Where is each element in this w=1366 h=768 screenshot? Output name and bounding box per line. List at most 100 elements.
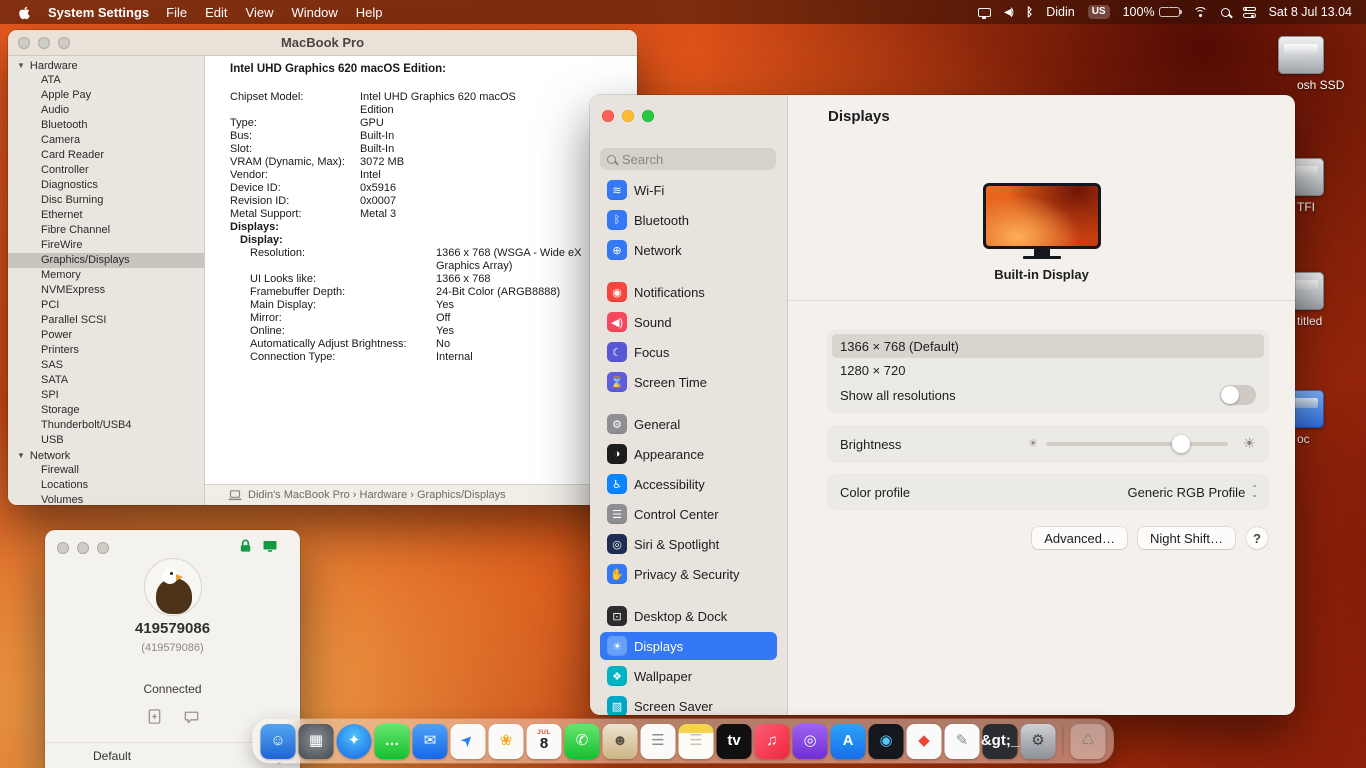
menu-item[interactable]: File <box>166 5 187 20</box>
dock-icon-maps[interactable]: ➤ <box>451 724 486 759</box>
settings-sidebar-item-bluetooth[interactable]: ᛒ Bluetooth <box>600 206 777 234</box>
settings-sidebar-item-desktop-dock[interactable]: ⊡ Desktop & Dock <box>600 602 777 630</box>
show-all-resolutions-toggle[interactable] <box>1220 385 1256 405</box>
volume-icon[interactable]: ◀) <box>1004 7 1013 18</box>
dock-icon-notes[interactable]: ☰ <box>679 724 714 759</box>
dock-icon-reminders[interactable]: ☰ <box>641 724 676 759</box>
chat-icon[interactable] <box>183 708 200 725</box>
tree-item[interactable]: Fibre Channel <box>8 223 204 238</box>
info-window-titlebar[interactable]: MacBook Pro <box>8 30 637 56</box>
zoom-button[interactable] <box>58 37 70 49</box>
settings-sidebar-item-wifi[interactable]: ≋ Wi-Fi <box>600 176 777 204</box>
dock-icon-textedit[interactable]: ✎ <box>945 724 980 759</box>
desktop-icon-disk-1[interactable]: osh SSD <box>1272 36 1330 92</box>
dock-icon-mail[interactable]: ✉ <box>413 724 448 759</box>
dock-icon-finder[interactable]: ☺ <box>261 724 296 759</box>
brightness-knob[interactable] <box>1172 435 1190 453</box>
tree-item[interactable]: Graphics/Displays <box>8 253 204 268</box>
brightness-track[interactable] <box>1046 442 1228 446</box>
apple-menu-icon[interactable] <box>18 5 31 20</box>
file-transfer-icon[interactable] <box>146 708 163 725</box>
zoom-button[interactable] <box>97 542 109 554</box>
zoom-button[interactable] <box>642 110 654 122</box>
menubar-clock[interactable]: Sat 8 Jul 13.04 <box>1269 5 1352 19</box>
settings-sidebar-item-wallpaper[interactable]: ❖ Wallpaper <box>600 662 777 690</box>
tree-item[interactable]: Volumes <box>8 493 204 505</box>
spotlight-icon[interactable] <box>1221 8 1230 17</box>
settings-sidebar-item-appearance[interactable]: ◑ Appearance <box>600 440 777 468</box>
color-profile-select[interactable]: Generic RGB Profile ⌃⌄ <box>1128 485 1258 500</box>
brightness-slider[interactable]: ☀ ☀ <box>1028 426 1256 462</box>
dock-icon-tv[interactable]: tv <box>717 724 752 759</box>
dock-icon-terminal[interactable]: &gt;_ <box>983 724 1018 759</box>
menu-item[interactable]: View <box>246 5 274 20</box>
close-button[interactable] <box>602 110 614 122</box>
breadcrumb[interactable]: Didin's MacBook Pro › Hardware › Graphic… <box>248 489 506 501</box>
control-center-icon[interactable] <box>1243 7 1256 18</box>
tree-item[interactable]: PCI <box>8 298 204 313</box>
tree-item[interactable]: Firewall <box>8 463 204 478</box>
tree-item[interactable]: SPI <box>8 388 204 403</box>
settings-sidebar-item-control-center[interactable]: ☰ Control Center <box>600 500 777 528</box>
resolution-option[interactable]: 1280 × 720 <box>832 358 1264 382</box>
menubar-extra-icon[interactable] <box>978 8 991 17</box>
dock-icon-trash[interactable]: ♺ <box>1071 724 1106 759</box>
tree-item[interactable]: Power <box>8 328 204 343</box>
advanced-button[interactable]: Advanced… <box>1032 527 1127 549</box>
tree-item[interactable]: Audio <box>8 103 204 118</box>
tree-item[interactable]: Apple Pay <box>8 88 204 103</box>
tree-item[interactable]: Memory <box>8 268 204 283</box>
tree-item[interactable]: ATA <box>8 73 204 88</box>
dock-icon-calendar[interactable]: JUL 8 <box>527 724 562 759</box>
dock-icon-safari[interactable]: ✦ <box>337 724 372 759</box>
search-input[interactable]: Search <box>600 148 776 170</box>
close-button[interactable] <box>18 37 30 49</box>
settings-sidebar-item-general[interactable]: ⚙ General <box>600 410 777 438</box>
session-name[interactable]: Default <box>93 749 131 763</box>
tree-item[interactable]: Card Reader <box>8 148 204 163</box>
wifi-icon[interactable] <box>1193 7 1208 18</box>
tree-item[interactable]: Diagnostics <box>8 178 204 193</box>
settings-sidebar-item-screen-time[interactable]: ⌛ Screen Time <box>600 368 777 396</box>
dock-icon-facetime[interactable]: ✆ <box>565 724 600 759</box>
menu-item[interactable]: Window <box>291 5 337 20</box>
tree-item[interactable]: Storage <box>8 403 204 418</box>
tree-item[interactable]: SAS <box>8 358 204 373</box>
disclosure-triangle-icon[interactable]: ▼ <box>17 451 25 460</box>
tree-item[interactable]: Controller <box>8 163 204 178</box>
dock-icon-app-store[interactable]: A <box>831 724 866 759</box>
tree-item[interactable]: Locations <box>8 478 204 493</box>
dock-icon-system-settings[interactable]: ⚙ <box>1021 724 1056 759</box>
dock-icon-launchpad[interactable]: ▦ <box>299 724 334 759</box>
tree-item[interactable]: Bluetooth <box>8 118 204 133</box>
resolution-option[interactable]: 1366 × 768 (Default) <box>832 334 1264 358</box>
menu-item[interactable]: Help <box>356 5 383 20</box>
tree-item[interactable]: Disc Burning <box>8 193 204 208</box>
night-shift-button[interactable]: Night Shift… <box>1138 527 1235 549</box>
minimize-button[interactable] <box>38 37 50 49</box>
tree-item[interactable]: Ethernet <box>8 208 204 223</box>
user-name[interactable]: Didin <box>1046 5 1075 19</box>
dock-icon-music[interactable]: ♫ <box>755 724 790 759</box>
dock-icon-siri[interactable]: ◉ <box>869 724 904 759</box>
settings-sidebar-item-notifications[interactable]: ◉ Notifications <box>600 278 777 306</box>
tree-item[interactable]: SATA <box>8 373 204 388</box>
settings-sidebar-item-focus[interactable]: ☾ Focus <box>600 338 777 366</box>
settings-sidebar-item-siri-spotlight[interactable]: ◎ Siri & Spotlight <box>600 530 777 558</box>
tree-item[interactable]: NVMExpress <box>8 283 204 298</box>
dock-icon-messages[interactable]: … <box>375 724 410 759</box>
input-source-icon[interactable]: US <box>1088 5 1110 19</box>
battery-status[interactable]: 100% ϟ <box>1123 5 1180 19</box>
minimize-button[interactable] <box>622 110 634 122</box>
tree-item[interactable]: Parallel SCSI <box>8 313 204 328</box>
settings-sidebar-item-screen-saver[interactable]: ▧ Screen Saver <box>600 692 777 715</box>
dock-icon-anydesk[interactable]: ◆ <box>907 724 942 759</box>
tree-section-hardware[interactable]: ▼ Hardware <box>8 58 204 73</box>
menu-item[interactable]: Edit <box>205 5 227 20</box>
tree-item[interactable]: FireWire <box>8 238 204 253</box>
settings-sidebar-item-displays[interactable]: ☀ Displays <box>600 632 777 660</box>
disclosure-triangle-icon[interactable]: ▼ <box>17 61 25 70</box>
settings-sidebar-item-accessibility[interactable]: ♿ Accessibility <box>600 470 777 498</box>
security-lock-icon[interactable] <box>238 538 253 554</box>
active-app-name[interactable]: System Settings <box>48 5 149 20</box>
